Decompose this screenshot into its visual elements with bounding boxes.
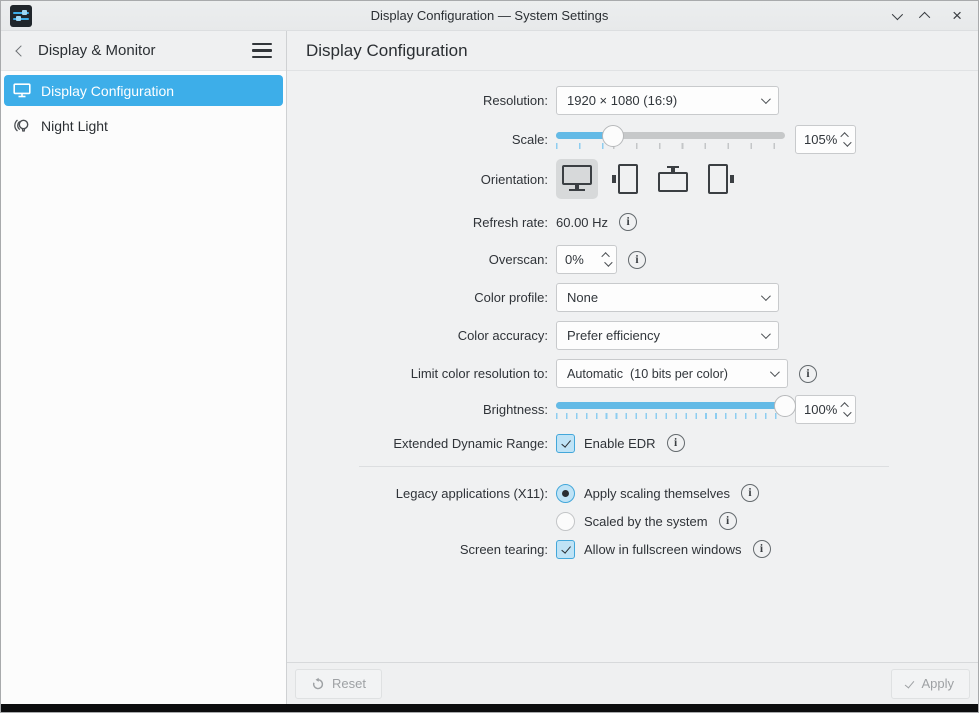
info-icon[interactable]: i [799, 365, 817, 383]
legacy-scaled-by-system-radio[interactable] [556, 512, 575, 531]
window-bottom-edge [1, 704, 978, 712]
info-icon[interactable]: i [741, 484, 759, 502]
color-accuracy-value: Prefer efficiency [567, 328, 660, 343]
sidebar-header: Display & Monitor [1, 31, 286, 71]
system-settings-window: Display Configuration — System Settings … [0, 0, 979, 713]
check-icon [905, 678, 915, 688]
menu-icon[interactable] [252, 43, 272, 59]
edr-checkbox[interactable] [556, 434, 575, 453]
edr-label: Extended Dynamic Range: [287, 436, 548, 451]
display-settings-form: Resolution: 1920 × 1080 (16:9) Scale: [287, 71, 978, 662]
sidebar-item-night-light[interactable]: Night Light [4, 110, 283, 141]
monitor-icon [13, 83, 31, 98]
sidebar-list: Display Configuration Night Light [1, 71, 286, 704]
sidebar-item-display-configuration[interactable]: Display Configuration [4, 75, 283, 106]
refresh-rate-label: Refresh rate: [287, 215, 548, 230]
page-header: Display Configuration [287, 31, 978, 71]
monitor-portrait-left-icon [612, 164, 638, 194]
color-accuracy-label: Color accuracy: [287, 328, 548, 343]
tearing-checkbox[interactable] [556, 540, 575, 559]
footer-bar: Reset Apply [287, 662, 978, 704]
spin-down-icon[interactable] [604, 258, 612, 266]
orientation-landscape-button[interactable] [556, 159, 598, 199]
orientation-label: Orientation: [287, 172, 548, 187]
limit-color-value: Automatic (10 bits per color) [567, 367, 728, 381]
night-light-icon [13, 118, 31, 134]
monitor-portrait-right-icon [708, 164, 734, 194]
close-icon[interactable]: × [952, 7, 962, 24]
scale-value: 105% [804, 132, 837, 147]
color-profile-dropdown[interactable]: None [556, 283, 779, 312]
scale-spinbox[interactable]: 105% [795, 125, 856, 154]
info-icon[interactable]: i [753, 540, 771, 558]
sidebar-item-label: Night Light [41, 118, 108, 134]
scale-slider-handle[interactable] [602, 125, 624, 147]
monitor-landscape-icon [562, 165, 592, 193]
brightness-slider[interactable] [556, 394, 785, 424]
info-icon[interactable]: i [619, 213, 637, 231]
brightness-value: 100% [804, 402, 837, 417]
legacy-apps-label: Legacy applications (X11): [287, 486, 548, 501]
minimize-icon[interactable] [892, 8, 903, 19]
window-title: Display Configuration — System Settings [1, 8, 978, 23]
color-profile-label: Color profile: [287, 290, 548, 305]
limit-color-dropdown[interactable]: Automatic (10 bits per color) [556, 359, 788, 388]
sidebar: Display & Monitor Display Configuration [1, 31, 287, 704]
legacy-scaling-themselves-label: Apply scaling themselves [584, 486, 730, 501]
edr-checkbox-label: Enable EDR [584, 436, 656, 451]
chevron-down-icon [770, 367, 780, 377]
orientation-landscape-flipped-button[interactable] [652, 159, 694, 199]
brightness-label: Brightness: [287, 402, 548, 417]
main-panel: Display Configuration Resolution: 1920 ×… [287, 31, 978, 704]
breadcrumb[interactable]: Display & Monitor [38, 42, 156, 59]
scale-label: Scale: [287, 132, 548, 147]
overscan-value: 0% [565, 252, 584, 267]
color-profile-value: None [567, 290, 598, 305]
brightness-slider-handle[interactable] [774, 395, 796, 417]
orientation-portrait-left-button[interactable] [604, 159, 646, 199]
resolution-dropdown[interactable]: 1920 × 1080 (16:9) [556, 86, 779, 115]
page-title: Display Configuration [306, 41, 468, 61]
screen-tearing-label: Screen tearing: [287, 542, 548, 557]
scale-slider[interactable] [556, 124, 785, 154]
section-divider [359, 466, 889, 467]
info-icon[interactable]: i [719, 512, 737, 530]
resolution-label: Resolution: [287, 93, 548, 108]
monitor-landscape-flipped-icon [658, 166, 688, 192]
limit-color-label: Limit color resolution to: [287, 366, 548, 381]
maximize-icon[interactable] [919, 11, 930, 22]
back-icon[interactable] [15, 45, 26, 56]
titlebar: Display Configuration — System Settings … [1, 1, 978, 31]
info-icon[interactable]: i [667, 434, 685, 452]
overscan-label: Overscan: [287, 252, 548, 267]
refresh-rate-value: 60.00 Hz [556, 215, 608, 230]
legacy-scaled-by-system-label: Scaled by the system [584, 514, 708, 529]
overscan-spinbox[interactable]: 0% [556, 245, 617, 274]
sidebar-item-label: Display Configuration [41, 83, 174, 99]
info-icon[interactable]: i [628, 251, 646, 269]
brightness-spinbox[interactable]: 100% [795, 395, 856, 424]
tearing-checkbox-label: Allow in fullscreen windows [584, 542, 742, 557]
color-accuracy-dropdown[interactable]: Prefer efficiency [556, 321, 779, 350]
resolution-value: 1920 × 1080 (16:9) [567, 93, 677, 108]
legacy-scaling-themselves-radio[interactable] [556, 484, 575, 503]
orientation-portrait-right-button[interactable] [700, 159, 742, 199]
undo-icon [311, 677, 325, 691]
apply-button[interactable]: Apply [891, 669, 970, 699]
reset-button[interactable]: Reset [295, 669, 382, 699]
chevron-down-icon [761, 329, 771, 339]
chevron-down-icon [761, 291, 771, 301]
chevron-down-icon [761, 94, 771, 104]
